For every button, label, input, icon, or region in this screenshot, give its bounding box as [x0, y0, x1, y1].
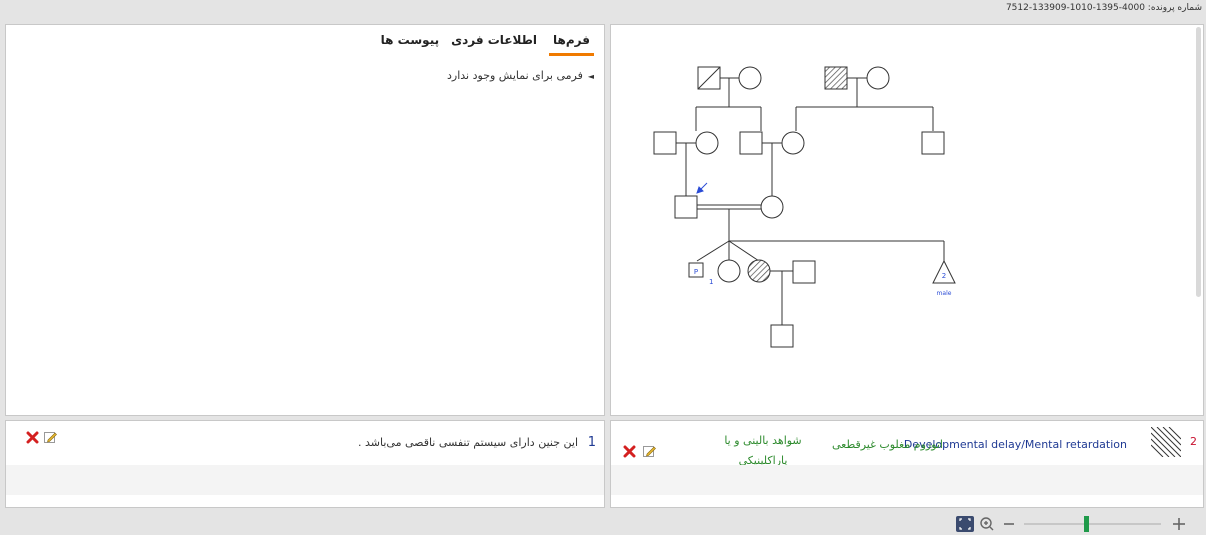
tab-bar: فرم‌ها اطلاعات فردی پیوست ها [381, 33, 594, 56]
delete-icon[interactable] [26, 431, 39, 444]
affected-sister[interactable] [747, 259, 771, 283]
disease-row[interactable]: 2 Developmental delay/Mental retardation… [611, 421, 1203, 467]
forms-panel: فرم‌ها اطلاعات فردی پیوست ها ◄ فرمی برای … [5, 24, 605, 416]
note-text: این جنین دارای سیستم تنفسی ناقصی می‌باشد… [358, 436, 578, 449]
pregnancy-sex: male [937, 290, 952, 297]
individual-mother[interactable] [781, 131, 805, 155]
empty-forms-message: ◄ فرمی برای نمایش وجود ندارد [447, 69, 594, 82]
disease-number: 2 [1190, 435, 1197, 448]
disease-inheritance: اتوزوم مغلوب غیرقطعی [831, 438, 943, 451]
note-row[interactable]: 1 این جنین دارای سیستم تنفسی ناقصی می‌با… [6, 421, 604, 465]
pedigree-chart[interactable]: P 1 2 male [611, 25, 1201, 415]
disease-pattern-icon [1151, 427, 1181, 457]
tab-forms[interactable]: فرم‌ها [549, 33, 594, 56]
individual-uncle-2[interactable] [921, 131, 945, 155]
tab-attachments[interactable]: پیوست ها [381, 33, 439, 56]
proband-arrow-icon [696, 182, 708, 194]
individual-uncle[interactable] [653, 131, 677, 155]
proband-label: P [694, 268, 698, 276]
sister[interactable] [717, 259, 741, 283]
edit-icon[interactable] [643, 445, 656, 458]
tab-personal-info[interactable]: اطلاعات فردی [451, 33, 537, 56]
grandmother[interactable] [738, 66, 762, 90]
pedigree-panel[interactable]: P 1 2 male [610, 24, 1204, 416]
disease-row-empty [611, 465, 1203, 495]
note-row-empty [6, 465, 604, 495]
individual-father-mother[interactable] [695, 131, 719, 155]
top-bar: شماره پرونده: 4000-1395-1010-133909-7512 [0, 0, 1206, 22]
father[interactable] [674, 195, 698, 219]
disease-panel: 2 Developmental delay/Mental retardation… [610, 420, 1204, 508]
zoom-controls [956, 516, 1185, 532]
individual-spouse[interactable] [739, 131, 763, 155]
file-number: شماره پرونده: 4000-1395-1010-133909-7512 [1005, 3, 1202, 13]
zoom-reset-icon[interactable] [980, 517, 994, 531]
fit-screen-icon[interactable] [956, 516, 974, 532]
note-panel: 1 این جنین دارای سیستم تنفسی ناقصی می‌با… [5, 420, 605, 508]
empty-forms-text: فرمی برای نمایش وجود ندارد [447, 69, 583, 82]
zoom-slider-handle[interactable] [1084, 516, 1089, 532]
scrollbar[interactable] [1196, 27, 1201, 297]
proband-number: 1 [709, 278, 713, 286]
nephew[interactable] [770, 324, 794, 348]
zoom-in-icon[interactable] [1173, 518, 1185, 530]
edit-icon[interactable] [44, 431, 57, 444]
pregnancy-count: 2 [942, 272, 946, 280]
caret-left-icon: ◄ [587, 72, 594, 81]
mother[interactable] [760, 195, 784, 219]
sister-spouse[interactable] [792, 260, 816, 284]
delete-icon[interactable] [623, 445, 636, 458]
grandmother-2[interactable] [866, 66, 890, 90]
note-number: 1 [587, 435, 596, 450]
affected-grandfather[interactable] [824, 66, 848, 90]
